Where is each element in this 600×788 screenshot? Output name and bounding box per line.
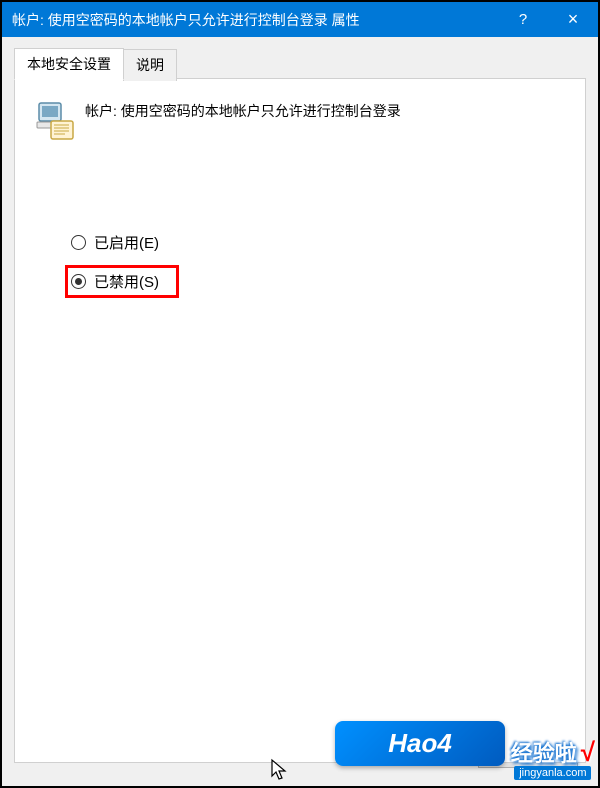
tab-description[interactable]: 说明 (123, 49, 177, 81)
check-icon: √ (581, 737, 595, 768)
watermark-text: Hao4 (388, 728, 452, 759)
radio-group: 已启用(E) 已禁用(S) (65, 226, 567, 298)
radio-enabled[interactable]: 已启用(E) (65, 226, 567, 259)
computer-policy-icon (33, 99, 75, 141)
cursor-icon (270, 758, 288, 785)
radio-label: 已启用(E) (94, 232, 159, 253)
outer-frame: 帐户: 使用空密码的本地帐户只允许进行控制台登录 属性 ? × 本地安全设置 说… (0, 0, 600, 788)
watermark-url: jingyanla.com (514, 766, 591, 780)
tab-label: 本地安全设置 (27, 56, 111, 72)
help-button[interactable]: ? (498, 2, 548, 37)
window-title: 帐户: 使用空密码的本地帐户只允许进行控制台登录 属性 (12, 10, 498, 30)
watermark-hao4k: Hao4 (335, 721, 505, 766)
setting-title: 帐户: 使用空密码的本地帐户只允许进行控制台登录 (85, 99, 401, 121)
tab-panel: 帐户: 使用空密码的本地帐户只允许进行控制台登录 已启用(E) 已禁用(S) (14, 78, 586, 763)
radio-disabled[interactable]: 已禁用(S) (65, 265, 179, 298)
properties-dialog: 帐户: 使用空密码的本地帐户只允许进行控制台登录 属性 ? × 本地安全设置 说… (2, 2, 598, 786)
radio-label: 已禁用(S) (94, 271, 159, 292)
tab-local-security[interactable]: 本地安全设置 (14, 48, 124, 80)
titlebar: 帐户: 使用空密码的本地帐户只允许进行控制台登录 属性 ? × (2, 2, 598, 37)
tab-strip: 本地安全设置 说明 (14, 47, 586, 79)
radio-circle-icon (71, 274, 86, 289)
close-button[interactable]: × (548, 2, 598, 37)
watermark-jingyan-text: 经验啦 (511, 736, 577, 768)
tab-label: 说明 (136, 57, 164, 73)
watermark-jingyan: 经验啦 √ jingyanla.com (511, 736, 595, 780)
close-icon: × (568, 9, 579, 30)
radio-dot-icon (75, 278, 82, 285)
dialog-content: 本地安全设置 说明 (2, 37, 598, 786)
watermark-top: 经验啦 √ (511, 736, 595, 768)
radio-circle-icon (71, 235, 86, 250)
setting-header: 帐户: 使用空密码的本地帐户只允许进行控制台登录 (33, 99, 567, 141)
help-icon: ? (519, 11, 527, 28)
